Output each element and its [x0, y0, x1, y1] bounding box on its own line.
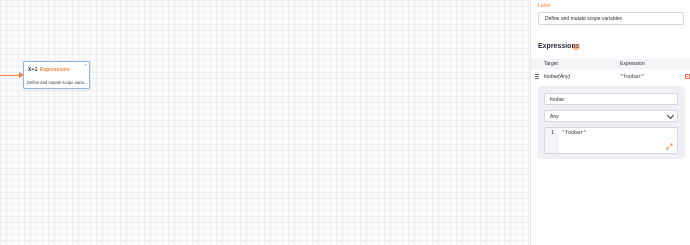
expressions-node[interactable]: X+1 Expressions × Define and mutate scop…: [23, 61, 90, 89]
properties-panel: Label Define and mutate scope variables …: [530, 0, 690, 245]
label-field-title: Label: [538, 3, 551, 9]
expression-editor: foobar Any 1 "foobar": [537, 86, 685, 159]
line-number: 1: [551, 130, 555, 136]
node-title: Expressions: [40, 67, 70, 73]
workflow-canvas[interactable]: X+1 Expressions × Define and mutate scop…: [0, 0, 530, 245]
expression-icon: X+1: [28, 67, 38, 73]
column-header-target: Target: [544, 61, 558, 67]
node-close-icon[interactable]: ×: [84, 63, 87, 69]
chevron-down-icon: [666, 111, 675, 120]
line-gutter: 1: [545, 128, 559, 153]
expand-icon[interactable]: [666, 143, 673, 150]
table-row[interactable]: foobar(Any) "foobar": [531, 70, 690, 84]
row-target: foobar(Any): [544, 74, 571, 80]
code-editor[interactable]: 1 "foobar": [544, 127, 678, 154]
target-input[interactable]: foobar: [544, 93, 678, 105]
help-icon[interactable]: ?: [573, 44, 579, 50]
column-header-expression: Expression: [620, 61, 645, 67]
node-description: Define and mutate scope variables: [27, 80, 89, 85]
expressions-table-header: Target Expression: [531, 59, 690, 69]
code-text: "foobar": [562, 130, 587, 136]
type-select[interactable]: Any: [544, 110, 678, 122]
drag-handle-icon[interactable]: [535, 74, 539, 79]
label-input[interactable]: Define and mutate scope variables: [538, 12, 684, 25]
type-select-value: Any: [550, 114, 559, 120]
row-expression: "foobar": [620, 74, 645, 80]
